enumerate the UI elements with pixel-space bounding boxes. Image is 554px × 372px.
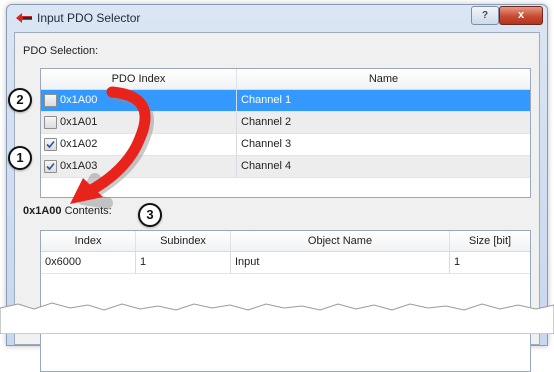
subindex-text: 1 bbox=[140, 256, 147, 268]
column-header-pdo-index[interactable]: PDO Index bbox=[41, 69, 237, 89]
object-name-text: Input bbox=[235, 256, 260, 268]
pdo-index-cell: 0x1A03 bbox=[41, 156, 237, 177]
contents-row[interactable]: 0x6000 1 Input 1 bbox=[41, 252, 530, 274]
object-name-cell: Input bbox=[231, 252, 450, 273]
pdo-name-text: Channel 4 bbox=[241, 160, 292, 172]
pdo-arrow-icon bbox=[16, 13, 32, 23]
pdo-grid-header: PDO Index Name bbox=[41, 69, 530, 90]
pdo-name-cell: Channel 4 bbox=[237, 156, 530, 177]
column-header-object-name[interactable]: Object Name bbox=[231, 231, 450, 251]
callout-badge-3: 3 bbox=[138, 203, 162, 227]
column-header-size[interactable]: Size [bit] bbox=[450, 231, 530, 251]
dialog-client-area: PDO Selection: PDO Index Name 0x1A00 Cha… bbox=[14, 32, 540, 372]
pdo-index-cell: 0x1A02 bbox=[41, 134, 237, 155]
callout-badge-2: 2 bbox=[8, 88, 32, 112]
checkmark-icon bbox=[46, 140, 55, 149]
pdo-index-text: 0x1A00 bbox=[60, 94, 98, 106]
pdo-contents-label: 0x1A00 Contents: bbox=[23, 205, 112, 217]
pdo-index-cell: 0x1A01 bbox=[41, 112, 237, 133]
column-header-subindex[interactable]: Subindex bbox=[136, 231, 231, 251]
input-pdo-selector-window: Input PDO Selector ? x PDO Selection: PD… bbox=[6, 4, 548, 372]
pdo-checkbox[interactable] bbox=[44, 94, 57, 107]
window-title: Input PDO Selector bbox=[37, 11, 141, 25]
pdo-checkbox[interactable] bbox=[44, 160, 57, 173]
close-button[interactable]: x bbox=[499, 6, 543, 25]
pdo-index-text: 0x1A02 bbox=[60, 138, 98, 150]
pdo-row[interactable]: 0x1A02 Channel 3 bbox=[41, 134, 530, 156]
torn-edge bbox=[0, 302, 554, 334]
pdo-name-text: Channel 1 bbox=[241, 94, 292, 106]
size-cell: 1 bbox=[450, 252, 530, 273]
contents-grid-header: Index Subindex Object Name Size [bit] bbox=[41, 231, 530, 252]
help-button[interactable]: ? bbox=[471, 6, 499, 25]
column-header-index[interactable]: Index bbox=[41, 231, 136, 251]
subindex-cell: 1 bbox=[136, 252, 231, 273]
pdo-selection-grid[interactable]: PDO Index Name 0x1A00 Channel 1 0x1A01 C… bbox=[40, 68, 531, 198]
checkmark-icon bbox=[46, 162, 55, 171]
pdo-index-text: 0x1A01 bbox=[60, 116, 98, 128]
column-header-name[interactable]: Name bbox=[237, 69, 530, 89]
pdo-name-cell: Channel 3 bbox=[237, 134, 530, 155]
pdo-selection-label: PDO Selection: bbox=[23, 45, 99, 57]
pdo-checkbox[interactable] bbox=[44, 138, 57, 151]
pdo-index-cell: 0x1A00 bbox=[41, 90, 237, 111]
contents-label-text: Contents: bbox=[61, 205, 112, 217]
pdo-row[interactable]: 0x1A01 Channel 2 bbox=[41, 112, 530, 134]
pdo-name-text: Channel 2 bbox=[241, 116, 292, 128]
pdo-row[interactable]: 0x1A00 Channel 1 bbox=[41, 90, 530, 112]
title-bar[interactable]: Input PDO Selector ? x bbox=[7, 5, 547, 31]
pdo-index-text: 0x1A03 bbox=[60, 160, 98, 172]
object-index-text: 0x6000 bbox=[45, 256, 82, 268]
pdo-row[interactable]: 0x1A03 Channel 4 bbox=[41, 156, 530, 178]
pdo-name-cell: Channel 2 bbox=[237, 112, 530, 133]
pdo-name-cell: Channel 1 bbox=[237, 90, 530, 111]
selected-pdo-index: 0x1A00 bbox=[23, 205, 62, 217]
pdo-name-text: Channel 3 bbox=[241, 138, 292, 150]
callout-badge-1: 1 bbox=[8, 146, 32, 170]
pdo-checkbox[interactable] bbox=[44, 116, 57, 129]
size-text: 1 bbox=[454, 256, 461, 268]
object-index-cell: 0x6000 bbox=[41, 252, 136, 273]
